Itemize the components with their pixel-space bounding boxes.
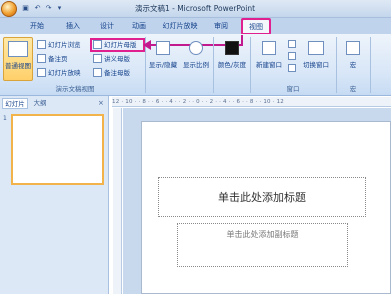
notes-master-button[interactable]: 备注母版 — [93, 67, 130, 79]
move-split-icon[interactable] — [288, 64, 296, 72]
tab-slides[interactable]: 幻灯片 — [2, 98, 28, 109]
macro-label: 宏 — [349, 61, 357, 69]
window-group-label: 窗口 — [286, 85, 300, 93]
show-hide-icon — [156, 41, 170, 55]
handout-master-button[interactable]: 讲义母版 — [93, 53, 130, 65]
switch-window-icon — [308, 41, 324, 55]
close-icon[interactable]: × — [98, 99, 104, 107]
color-swatch-icon — [225, 41, 239, 55]
tab-animations[interactable]: 动画 — [126, 19, 152, 33]
switch-window-label: 切换窗口 — [303, 61, 329, 69]
tab-insert[interactable]: 插入 — [60, 19, 86, 33]
normal-view-icon — [8, 41, 28, 57]
slide-number: 1 — [3, 115, 7, 122]
arrange-all-icon[interactable] — [288, 40, 296, 48]
tab-design[interactable]: 设计 — [94, 19, 120, 33]
save-icon[interactable]: ▣ — [21, 4, 30, 13]
new-window-button[interactable]: 新建窗口 — [252, 37, 286, 81]
dropdown-icon[interactable]: ▾ — [55, 4, 64, 13]
slide-master-highlight — [90, 38, 145, 52]
notes-page-label: 备注页 — [48, 55, 68, 63]
slide-show-icon — [37, 68, 46, 77]
notes-master-icon — [93, 68, 102, 77]
view-tab-highlight — [241, 18, 271, 35]
window-title: 演示文稿1 - Microsoft PowerPoint — [134, 4, 256, 13]
undo-icon[interactable]: ↶ — [33, 4, 42, 13]
slide-show-label: 幻灯片放映 — [48, 69, 81, 77]
redo-icon[interactable]: ↷ — [44, 4, 53, 13]
tab-review[interactable]: 审阅 — [207, 19, 235, 33]
color-grayscale-label: 颜色/灰度 — [217, 61, 247, 69]
normal-view-button[interactable]: 普通视图 — [3, 37, 33, 81]
macro-group-label: 宏 — [349, 85, 357, 93]
slide-sorter-icon — [37, 40, 46, 49]
color-grayscale-button[interactable]: 颜色/灰度 — [216, 37, 248, 81]
show-hide-button[interactable]: 显示/隐藏 — [148, 37, 178, 81]
new-window-label: 新建窗口 — [256, 61, 282, 69]
vertical-ruler — [113, 108, 122, 294]
new-window-icon — [262, 41, 276, 55]
notes-master-label: 备注母版 — [104, 69, 130, 77]
handout-master-icon — [93, 54, 102, 63]
horizontal-ruler: 12 · 10 · · 8 · · 6 · · 4 · · 2 · · 0 · … — [112, 97, 391, 107]
switch-window-button[interactable]: 切换窗口 — [298, 37, 334, 81]
office-button[interactable] — [1, 1, 17, 17]
normal-view-label: 普通视图 — [5, 62, 31, 70]
zoom-label: 显示比例 — [183, 61, 209, 69]
slide-sorter-button[interactable]: 幻灯片浏览 — [37, 39, 81, 51]
magnifier-icon — [189, 41, 203, 55]
group-separator — [370, 37, 371, 93]
zoom-button[interactable]: 显示比例 — [181, 37, 211, 81]
notes-page-icon — [37, 54, 46, 63]
presentation-views-group-label: 演示文稿视图 — [55, 85, 95, 93]
tab-home[interactable]: 开始 — [24, 19, 50, 33]
group-separator — [336, 37, 337, 93]
group-separator — [250, 37, 251, 93]
macro-icon — [346, 41, 360, 55]
slide-show-button[interactable]: 幻灯片放映 — [37, 67, 81, 79]
notes-page-button[interactable]: 备注页 — [37, 53, 68, 65]
subtitle-placeholder[interactable]: 单击此处添加副标题 — [177, 223, 348, 267]
slide-sorter-label: 幻灯片浏览 — [48, 41, 81, 49]
tab-outline[interactable]: 大纲 — [29, 98, 51, 109]
group-separator — [213, 37, 214, 93]
handout-master-label: 讲义母版 — [104, 55, 130, 63]
title-placeholder[interactable]: 单击此处添加标题 — [158, 177, 366, 217]
slide-thumbnail[interactable] — [11, 114, 104, 185]
cascade-icon[interactable] — [288, 52, 296, 60]
tab-slideshow[interactable]: 幻灯片放映 — [158, 19, 202, 33]
show-hide-label: 显示/隐藏 — [148, 61, 178, 69]
macro-button[interactable]: 宏 — [340, 37, 366, 81]
